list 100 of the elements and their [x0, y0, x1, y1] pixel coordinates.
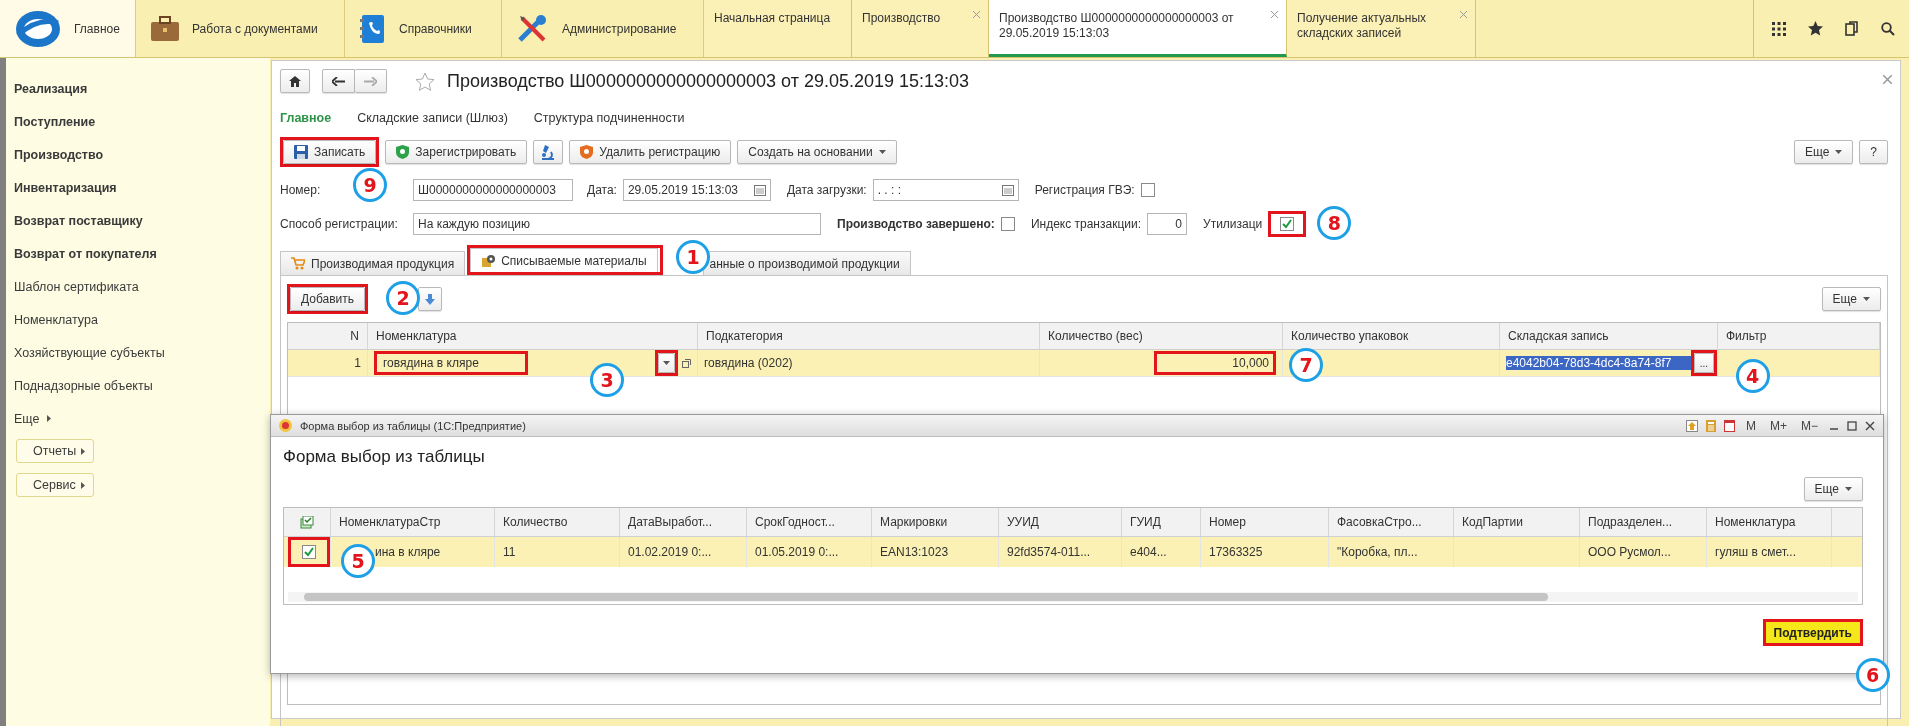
menu-button[interactable]: Создать на основании	[737, 140, 897, 164]
table-cell: EAN13:1023	[880, 545, 949, 559]
window-tab[interactable]: Получение актуальных складских записей	[1287, 0, 1476, 57]
menu-button[interactable]: Отчеты	[16, 439, 94, 463]
form-section-link[interactable]: Главное	[280, 111, 332, 125]
copy-icon[interactable]	[1845, 21, 1859, 36]
close-icon[interactable]	[1865, 420, 1875, 431]
step-marker: 9	[353, 168, 387, 202]
field-label: Способ регистрации:	[280, 217, 398, 231]
back-button[interactable]	[322, 69, 355, 93]
sidebar-link[interactable]: Производство	[14, 138, 270, 171]
column-header[interactable]: ДатаВыработ...	[620, 508, 747, 536]
calendar-icon	[1001, 184, 1014, 196]
column-header[interactable]: Количество	[495, 508, 620, 536]
open-window-icon[interactable]	[682, 358, 691, 368]
sidebar-link[interactable]: Номенклатура	[14, 303, 270, 336]
section-link[interactable]: Главное	[0, 0, 136, 57]
column-header[interactable]: ФасовкаСтро...	[1329, 508, 1454, 536]
more-link[interactable]: Еще	[14, 402, 270, 435]
home-icon	[289, 75, 301, 87]
home-button[interactable]	[280, 69, 310, 93]
checkbox[interactable]	[1280, 217, 1295, 231]
column-header[interactable]: Фильтр	[1718, 323, 1880, 349]
star-icon[interactable]	[1808, 21, 1823, 36]
column-header[interactable]: Номер	[1201, 508, 1329, 536]
icon-button[interactable]	[418, 287, 443, 311]
window-tab[interactable]: Производство	[852, 0, 989, 57]
memory-button[interactable]: M	[1742, 418, 1759, 433]
form-section-link[interactable]: Структура подчиненности	[533, 111, 685, 125]
column-header[interactable]: Маркировки	[872, 508, 999, 536]
column-header[interactable]: УУИД	[999, 508, 1122, 536]
triangle-icon	[47, 415, 52, 422]
column-header[interactable]: Номенклатура	[368, 323, 698, 349]
sidebar-link[interactable]: Поднадзорные объекты	[14, 369, 270, 402]
toolbar-button[interactable]: Удалить регистрацию	[569, 140, 732, 164]
section-link[interactable]: Справочники	[345, 0, 502, 57]
tab[interactable]: Производимая продукция	[280, 251, 466, 275]
sidebar-link[interactable]: Реализация	[14, 72, 270, 105]
checklist-icon[interactable]	[300, 515, 314, 529]
app-logo-icon	[279, 419, 292, 432]
check-icon	[1281, 218, 1294, 230]
checkbox[interactable]	[1140, 183, 1155, 197]
selected-text: e4042b04-78d3-4dc4-8a74-8f7	[1506, 356, 1691, 370]
caret-icon	[1835, 150, 1843, 154]
number-field[interactable]: 0	[1147, 213, 1188, 235]
confirm-button[interactable]: Подтвердить	[1765, 622, 1860, 643]
column-header[interactable]: СрокГодност...	[747, 508, 872, 536]
text-field[interactable]: Ш0000000000000000003	[413, 179, 573, 201]
tab[interactable]: анные о производимой продукции	[702, 251, 911, 275]
form-section-link[interactable]: Складские записи (Шлюз)	[357, 111, 508, 125]
down-arrow-icon	[425, 293, 436, 305]
checkbox[interactable]	[302, 545, 316, 559]
column-header[interactable]: Складская запись	[1500, 323, 1718, 349]
sidebar-link[interactable]: Шаблон сертификата	[14, 270, 270, 303]
search-icon[interactable]	[1881, 21, 1895, 36]
date-field[interactable]: 29.05.2019 15:13:03	[622, 179, 771, 201]
text-field[interactable]: На каждую позицию	[413, 213, 821, 235]
column-header[interactable]: N	[288, 323, 368, 349]
horizontal-scrollbar[interactable]	[288, 592, 1858, 602]
column-header[interactable]: Подразделен...	[1580, 508, 1707, 536]
step-marker: 8	[1317, 206, 1352, 240]
column-header[interactable]: ГУИД	[1122, 508, 1201, 536]
sidebar-link[interactable]: Поступление	[14, 105, 270, 138]
picker-button[interactable]: ...	[1693, 353, 1714, 373]
sidebar-link[interactable]: Возврат поставщику	[14, 204, 270, 237]
toolbar-button[interactable]: Зарегистрировать	[385, 140, 528, 164]
memory-button[interactable]: M+	[1766, 418, 1790, 433]
window-tab[interactable]: Начальная страница	[704, 0, 852, 57]
apps-grid-icon[interactable]	[1772, 21, 1786, 36]
section-link[interactable]: Работа с документами	[136, 0, 345, 57]
column-header[interactable]: КодПартии	[1454, 508, 1580, 536]
menu-button[interactable]: Сервис	[16, 473, 94, 497]
sidebar-link[interactable]: Возврат от покупателя	[14, 237, 270, 270]
column-header[interactable]: Подкатегория	[698, 323, 1040, 349]
home-page-icon[interactable]	[1685, 419, 1698, 432]
sidebar-link[interactable]: Хозяйствующие субъекты	[14, 336, 270, 369]
window-tab[interactable]: Производство Ш0000000000000000003 от 29.05.2019 15:13:03	[989, 0, 1287, 57]
column-header[interactable]: НоменклатураСтр	[331, 508, 495, 536]
memory-button[interactable]: M−	[1798, 418, 1821, 433]
sidebar-link[interactable]: Инвентаризация	[14, 171, 270, 204]
toolbar-button[interactable]: Записать	[283, 140, 377, 164]
maximize-icon[interactable]	[1847, 420, 1857, 431]
calendar-icon[interactable]	[1723, 419, 1735, 432]
more-button[interactable]: Еще	[1821, 287, 1881, 311]
toolbar-button[interactable]: Добавить	[290, 287, 366, 311]
more-button[interactable]: Еще	[1793, 140, 1854, 164]
date-field[interactable]: . . : :	[872, 179, 1019, 201]
column-header[interactable]: Номенклатура	[1707, 508, 1832, 536]
checkbox[interactable]	[1000, 217, 1015, 231]
more-button[interactable]: Еще	[1803, 477, 1863, 501]
column-header[interactable]: Количество (вес)	[1040, 323, 1283, 349]
step-marker: 2	[386, 281, 420, 315]
help-button[interactable]: ?	[1859, 140, 1888, 164]
icon-button[interactable]	[533, 140, 564, 164]
microscope-icon	[540, 144, 557, 160]
tab[interactable]: Списываемые материалы	[470, 248, 658, 272]
calculator-icon[interactable]	[1705, 419, 1716, 432]
star-icon[interactable]	[415, 71, 435, 91]
briefcase-icon	[150, 15, 180, 42]
field-label: Номер:	[280, 183, 321, 197]
